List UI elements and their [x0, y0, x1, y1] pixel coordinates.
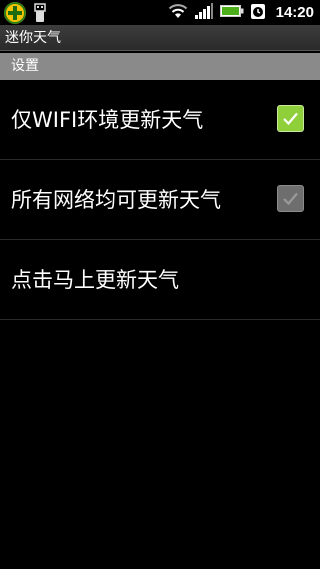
- pref-update-now[interactable]: 点击马上更新天气: [0, 240, 320, 320]
- battery-icon: [219, 3, 244, 22]
- status-bar: 14:20: [0, 0, 320, 25]
- app-title: 迷你天气: [5, 30, 61, 46]
- section-header: 设置: [0, 53, 320, 80]
- title-bar: 迷你天气: [0, 25, 320, 51]
- all-networks-checkbox[interactable]: [277, 185, 304, 212]
- alarm-icon: [250, 2, 266, 24]
- app-plus-icon: [4, 1, 26, 24]
- usb-icon: [34, 2, 46, 23]
- pref-all-networks-update[interactable]: 所有网络均可更新天气: [0, 160, 320, 240]
- pref-update-now-label: 点击马上更新天气: [11, 268, 179, 292]
- pref-wifi-only-update[interactable]: 仅WIFI环境更新天气: [0, 80, 320, 160]
- checkmark-icon: [283, 112, 298, 126]
- status-clock: 14:20: [275, 4, 314, 21]
- signal-icon: [194, 2, 214, 24]
- wifi-icon: [168, 3, 188, 23]
- checkmark-icon: [283, 192, 298, 206]
- pref-all-networks-label: 所有网络均可更新天气: [11, 188, 221, 212]
- wifi-only-checkbox[interactable]: [277, 105, 304, 132]
- section-header-label: 设置: [11, 58, 39, 74]
- pref-wifi-only-label: 仅WIFI环境更新天气: [11, 108, 204, 132]
- settings-screen: 14:20 迷你天气 设置 仅WIFI环境更新天气 所有网络均可更新天气 点击马…: [0, 0, 320, 569]
